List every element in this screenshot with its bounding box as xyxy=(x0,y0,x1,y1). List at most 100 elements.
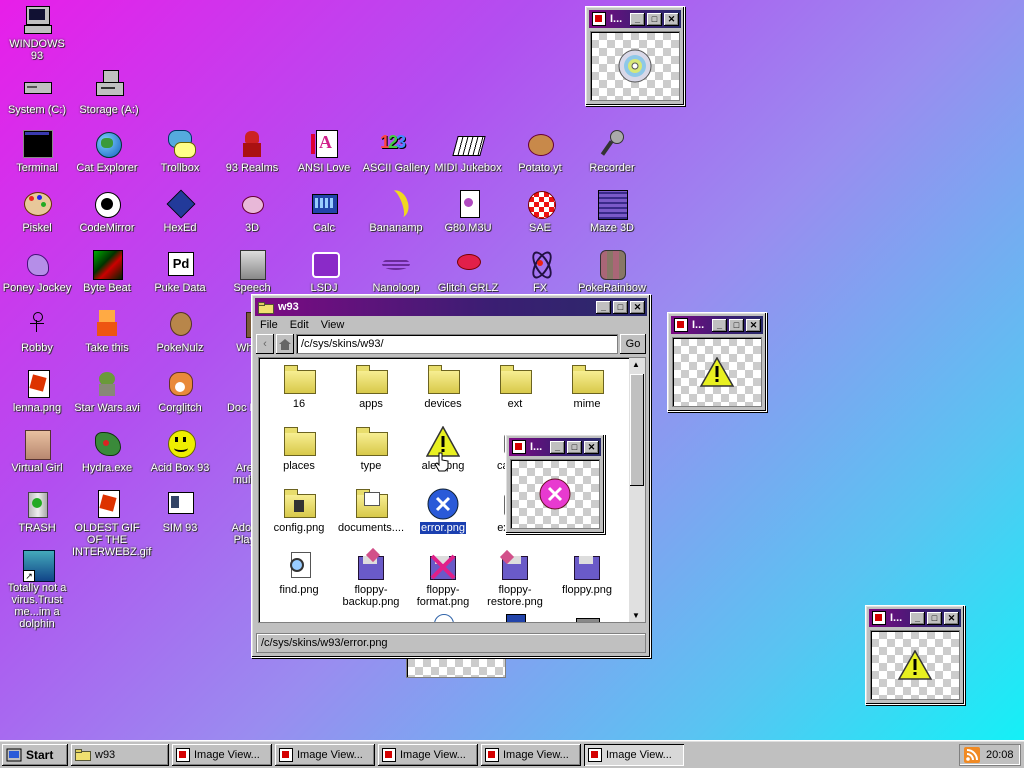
desktop-icon-trollbox[interactable]: Trollbox xyxy=(145,128,215,174)
file-item[interactable]: floppy-format.png xyxy=(407,550,479,608)
scroll-thumb[interactable] xyxy=(630,374,644,486)
desktop-icon-windows93[interactable]: WINDOWS 93 xyxy=(2,4,72,62)
file-item[interactable]: ext xyxy=(479,364,551,410)
desktop-icon-poney-jockey[interactable]: Poney Jockey xyxy=(2,248,72,294)
file-item[interactable]: documents.... xyxy=(335,488,407,534)
start-button[interactable]: Start xyxy=(2,743,68,766)
maximize-button[interactable]: □ xyxy=(613,300,628,314)
desktop-icon-robby[interactable]: Robby xyxy=(2,308,72,354)
vertical-scrollbar[interactable]: ▲ ▼ xyxy=(629,358,645,622)
maximize-button[interactable]: □ xyxy=(647,12,662,26)
close-button[interactable]: ✕ xyxy=(944,611,959,625)
desktop-icon-midi-jukebox[interactable]: MIDI Jukebox xyxy=(433,128,503,174)
file-item[interactable]: config.png xyxy=(263,488,335,534)
menu-view[interactable]: View xyxy=(321,319,345,331)
scroll-up-icon[interactable]: ▲ xyxy=(632,360,640,369)
file-item-selected[interactable]: error.png xyxy=(407,488,479,535)
title-bar[interactable]: w93 _ □ ✕ xyxy=(255,298,647,316)
desktop-icon-virtual-girl[interactable]: Virtual Girl xyxy=(2,428,72,474)
desktop-icon-ascii-gallery[interactable]: 123 ASCII Gallery xyxy=(361,128,431,174)
desktop-icon-pokerainbow[interactable]: PokeRainbow xyxy=(577,248,647,294)
minimize-button[interactable]: _ xyxy=(596,300,611,314)
file-item[interactable]: places xyxy=(263,426,335,472)
maximize-button[interactable]: □ xyxy=(729,318,744,332)
file-item[interactable]: devices xyxy=(407,364,479,410)
desktop-icon-trash[interactable]: TRASH xyxy=(2,488,72,534)
file-item[interactable]: type xyxy=(335,426,407,472)
desktop-icon-calc[interactable]: Calc xyxy=(289,188,359,234)
file-item[interactable]: floppy-restore.png xyxy=(479,549,551,608)
desktop-icon-corglitch[interactable]: Corglitch xyxy=(145,368,215,414)
maximize-button[interactable]: □ xyxy=(567,440,582,454)
desktop-icon-oldest-gif[interactable]: OLDEST GIF OF THE INTERWEBZ.gif xyxy=(72,488,151,558)
back-button[interactable]: ‹ xyxy=(256,334,274,354)
desktop-icon-hydra-exe[interactable]: Hydra.exe xyxy=(72,428,142,474)
desktop-icon-dolphin-virus[interactable]: ↗ Totally not a virus.Trust me...im a do… xyxy=(2,548,72,630)
maximize-button[interactable]: □ xyxy=(927,611,942,625)
desktop-icon-hexed[interactable]: HexEd xyxy=(145,188,215,234)
title-bar[interactable]: I... _ □ ✕ xyxy=(869,609,961,627)
menu-edit[interactable]: Edit xyxy=(290,319,309,331)
minimize-button[interactable]: _ xyxy=(712,318,727,332)
task-image-viewer-3[interactable]: Image View... xyxy=(378,743,478,766)
file-item[interactable]: mime xyxy=(551,364,623,410)
file-item[interactable]: 16 xyxy=(263,364,335,410)
desktop-icon-byte-beat[interactable]: Byte Beat xyxy=(72,248,142,294)
address-input[interactable]: /c/sys/skins/w93/ xyxy=(296,334,618,354)
desktop-icon-pokenulz[interactable]: PokeNulz xyxy=(145,308,215,354)
desktop-icon-puke-data[interactable]: Pd Puke Data xyxy=(145,248,215,294)
rss-icon[interactable] xyxy=(964,746,980,763)
desktop-icon-maze-3d[interactable]: Maze 3D xyxy=(577,188,647,234)
desktop-icon-recorder[interactable]: Recorder xyxy=(577,128,647,174)
file-item[interactable]: apps xyxy=(335,364,407,410)
file-item-partial[interactable] xyxy=(407,612,479,622)
image-viewer-window-warning[interactable]: I... _ □ ✕ xyxy=(667,312,767,412)
minimize-button[interactable]: _ xyxy=(630,12,645,26)
desktop-icon-terminal[interactable]: Terminal xyxy=(2,128,72,174)
task-image-viewer-1[interactable]: Image View... xyxy=(172,743,272,766)
desktop-icon-lsdj[interactable]: LSDJ xyxy=(289,248,359,294)
desktop-icon-cat-explorer[interactable]: Cat Explorer xyxy=(72,128,142,174)
desktop-icon-fx[interactable]: FX xyxy=(505,248,575,294)
task-image-viewer-4[interactable]: Image View... xyxy=(481,743,581,766)
title-bar[interactable]: I... _ □ ✕ xyxy=(671,316,763,334)
minimize-button[interactable]: _ xyxy=(550,440,565,454)
home-button[interactable] xyxy=(276,334,294,354)
go-button[interactable]: Go xyxy=(620,334,646,354)
task-w93[interactable]: w93 xyxy=(71,743,169,766)
image-viewer-window-warning-2[interactable]: I... _ □ ✕ xyxy=(865,605,965,705)
title-bar[interactable]: I... _ □ ✕ xyxy=(509,438,601,456)
task-image-viewer-2[interactable]: Image View... xyxy=(275,743,375,766)
file-item-partial[interactable] xyxy=(479,612,551,622)
title-bar[interactable]: I... _ □ ✕ xyxy=(589,10,681,28)
scroll-down-icon[interactable]: ▼ xyxy=(632,611,640,620)
desktop-icon-93-realms[interactable]: 93 Realms xyxy=(217,128,287,174)
close-button[interactable]: ✕ xyxy=(584,440,599,454)
desktop-icon-codemirror[interactable]: CodeMirror xyxy=(72,188,142,234)
image-viewer-window-cd[interactable]: I... _ □ ✕ xyxy=(585,6,685,106)
desktop-icon-nanoloop[interactable]: Nanoloop xyxy=(361,248,431,294)
file-item[interactable]: floppy.png xyxy=(551,550,623,596)
desktop-icon-storage-a[interactable]: Storage (A:) xyxy=(74,70,144,116)
desktop-icon-3d[interactable]: 3D xyxy=(217,188,287,234)
close-button[interactable]: ✕ xyxy=(746,318,761,332)
desktop-icon-acid-box-93[interactable]: Acid Box 93 xyxy=(145,428,215,474)
desktop-icon-g80-m3u[interactable]: G80.M3U xyxy=(433,188,503,234)
file-item-partial[interactable] xyxy=(551,612,623,622)
close-button[interactable]: ✕ xyxy=(630,300,645,314)
file-item[interactable]: find.png xyxy=(263,550,335,596)
desktop-icon-speech[interactable]: Speech xyxy=(217,248,287,294)
task-image-viewer-5[interactable]: Image View... xyxy=(584,743,684,766)
image-viewer-window-error[interactable]: I... _ □ ✕ xyxy=(505,434,605,534)
desktop-icon-ansi-love[interactable]: A ANSI Love xyxy=(289,128,359,174)
desktop-icon-take-this[interactable]: Take this xyxy=(72,308,142,354)
desktop-icon-system-c[interactable]: System (C:) xyxy=(2,70,72,116)
desktop-icon-bananamp[interactable]: Bananamp xyxy=(361,187,431,234)
file-item[interactable]: floppy-backup.png xyxy=(335,547,407,608)
desktop-icon-potato-yt[interactable]: Potato.yt xyxy=(505,128,575,174)
desktop-icon-sim-93[interactable]: SIM 93 xyxy=(145,488,215,534)
desktop-icon-lenna-png[interactable]: lenna.png xyxy=(2,368,72,414)
desktop-icon-sae[interactable]: SAE xyxy=(505,188,575,234)
desktop-icon-glitch-grlz[interactable]: Glitch GRLZ xyxy=(433,248,503,294)
close-button[interactable]: ✕ xyxy=(664,12,679,26)
